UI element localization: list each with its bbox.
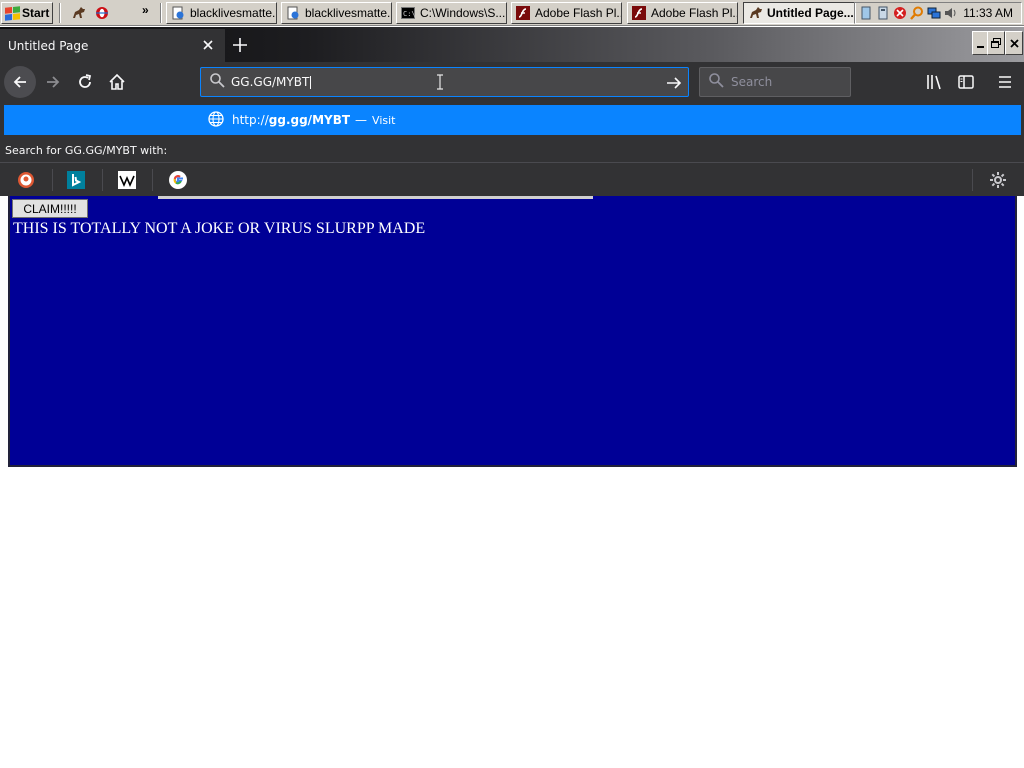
ie-page-icon xyxy=(171,6,185,20)
svg-text:C:\: C:\ xyxy=(403,10,415,18)
suggestion-action: Visit xyxy=(372,113,396,127)
quicklaunch-more[interactable]: » xyxy=(142,3,149,17)
tray-security-icon[interactable] xyxy=(876,6,890,20)
library-icon[interactable] xyxy=(924,72,944,92)
taskbar-task[interactable]: Adobe Flash Pl... xyxy=(511,2,622,24)
search-engine-bar xyxy=(0,162,1024,196)
cmd-icon: C:\ xyxy=(401,6,415,20)
back-arrow-icon xyxy=(13,76,26,88)
duckduckgo-icon[interactable] xyxy=(17,171,35,189)
tab-close-icon[interactable] xyxy=(201,38,215,52)
engine-separator xyxy=(102,169,103,191)
flash-icon xyxy=(516,6,530,20)
blue-panel: CLAIM!!!!! THIS IS TOTALLY NOT A JOKE OR… xyxy=(8,196,1017,467)
tray-volume-icon[interactable] xyxy=(944,6,958,20)
search-with-label: Search for GG.GG/MYBT with: xyxy=(5,144,168,157)
tray-blocked-icon[interactable] xyxy=(893,6,907,20)
browser-tab-strip: Untitled Page xyxy=(0,27,1024,62)
tab-title: Untitled Page xyxy=(8,38,89,53)
suggestion-dash: — xyxy=(355,113,368,127)
url-input-value: GG.GG/MYBT xyxy=(231,75,310,89)
url-suggestion-popup: http://gg.gg/MYBT — Visit Search for GG.… xyxy=(0,102,1024,196)
search-icon xyxy=(209,72,225,92)
start-label: Start xyxy=(22,6,50,20)
claim-button[interactable]: CLAIM!!!!! xyxy=(12,199,88,218)
taskbar-task[interactable]: Adobe Flash Pl... xyxy=(627,2,738,24)
forward-arrow-icon xyxy=(47,76,60,88)
tray-device-icon[interactable] xyxy=(859,6,873,20)
text-caret xyxy=(310,76,312,89)
taskbar-task[interactable]: C:\ C:\Windows\S... xyxy=(396,2,507,24)
flash-icon xyxy=(632,6,646,20)
start-button[interactable]: Start xyxy=(1,2,53,24)
window-close-button[interactable] xyxy=(1005,31,1023,55)
taskbar-separator xyxy=(160,3,162,23)
globe-icon xyxy=(208,110,224,130)
search-placeholder: Search xyxy=(731,75,773,89)
google-icon[interactable] xyxy=(169,171,187,189)
url-input[interactable]: GG.GG/MYBT xyxy=(231,75,312,89)
url-bar[interactable]: GG.GG/MYBT xyxy=(200,67,689,97)
system-tray: 11:33 AM xyxy=(854,2,1022,24)
page-message: THIS IS TOTALLY NOT A JOKE OR VIRUS SLUR… xyxy=(13,220,426,237)
quicklaunch-opera-icon[interactable] xyxy=(93,4,111,22)
taskbar-task-label: blacklivesmatte... xyxy=(305,6,392,20)
taskbar-task-label: blacklivesmatte... xyxy=(190,6,277,20)
taskbar-clock[interactable]: 11:33 AM xyxy=(963,6,1013,20)
taskbar-separator xyxy=(59,3,61,23)
taskbar-task-label: Adobe Flash Pl... xyxy=(651,6,738,20)
suggestion-url: http://gg.gg/MYBT xyxy=(232,113,350,127)
back-button[interactable] xyxy=(4,66,36,98)
reload-icon xyxy=(79,74,92,88)
gear-icon[interactable] xyxy=(989,171,1007,189)
wikipedia-icon[interactable] xyxy=(118,171,136,189)
engine-separator xyxy=(972,169,973,191)
reload-button[interactable] xyxy=(69,66,101,98)
taskbar-task-label: Adobe Flash Pl... xyxy=(535,6,622,20)
bing-icon[interactable] xyxy=(67,171,85,189)
window-restore-button[interactable] xyxy=(987,31,1005,55)
taskbar-task[interactable]: blacklivesmatte... xyxy=(166,2,277,24)
search-icon xyxy=(708,72,724,92)
search-bar[interactable]: Search xyxy=(699,67,851,97)
taskbar-task-label: Untitled Page... xyxy=(767,6,854,20)
taskbar-task-label: C:\Windows\S... xyxy=(420,6,506,20)
sidebar-toggle-icon[interactable] xyxy=(956,72,976,92)
ie-page-icon xyxy=(286,6,300,20)
page-content: CLAIM!!!!! THIS IS TOTALLY NOT A JOKE OR… xyxy=(0,196,1024,768)
go-arrow-icon[interactable] xyxy=(665,74,683,96)
taskbar-task-active[interactable]: Untitled Page... xyxy=(743,2,856,24)
quicklaunch-horse-icon[interactable] xyxy=(70,4,88,22)
tray-network-icon[interactable] xyxy=(927,6,941,20)
navigation-toolbar: GG.GG/MYBT Search xyxy=(0,62,1024,102)
suggestion-url-host: gg.gg/MYBT xyxy=(268,113,351,127)
engine-separator xyxy=(52,169,53,191)
firefox-icon xyxy=(748,6,762,20)
tray-search-icon[interactable] xyxy=(910,6,924,20)
new-tab-plus-icon[interactable] xyxy=(230,35,250,55)
browser-tab[interactable]: Untitled Page xyxy=(0,29,225,62)
page-load-indicator xyxy=(158,196,593,199)
forward-button[interactable] xyxy=(37,66,69,98)
home-button[interactable] xyxy=(101,66,133,98)
windows-taskbar: Start » blacklivesmatte... blacklivesmat… xyxy=(0,0,1024,26)
windows-logo-icon xyxy=(5,5,20,21)
suggestion-url-prefix: http:// xyxy=(232,113,269,127)
home-icon xyxy=(109,73,125,90)
mouse-ibeam-cursor-icon xyxy=(436,74,444,94)
suggestion-visit-row[interactable]: http://gg.gg/MYBT — Visit xyxy=(4,105,1021,135)
hamburger-menu-icon[interactable] xyxy=(995,72,1015,92)
taskbar-task[interactable]: blacklivesmatte... xyxy=(281,2,392,24)
engine-separator xyxy=(152,169,153,191)
screen: Start » blacklivesmatte... blacklivesmat… xyxy=(0,0,1024,768)
